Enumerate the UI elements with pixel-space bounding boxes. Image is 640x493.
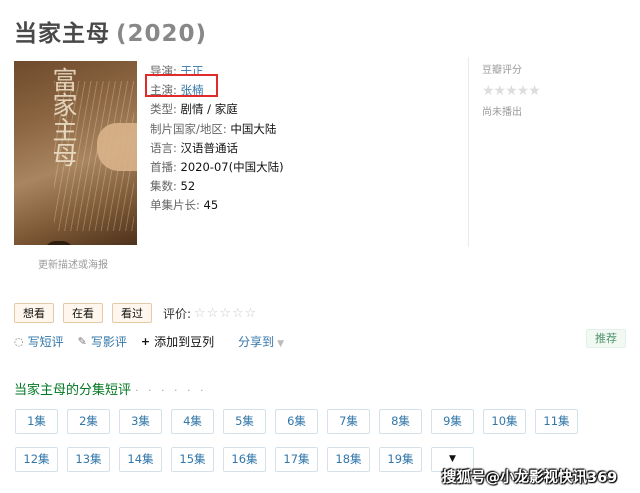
episode-button[interactable]: 5集 (223, 409, 266, 434)
heading-dots: · · · · · · (135, 384, 207, 397)
rating-stars-icon: ★★★★★ (482, 83, 541, 99)
episode-button[interactable]: 19集 (379, 447, 422, 472)
update-poster-link[interactable]: 更新描述或海报 (38, 256, 108, 271)
watermark-text: 搜狐号@小龙影视快讯369 (442, 470, 618, 486)
episode-button[interactable]: 4集 (171, 409, 214, 434)
action-row: 想看 在看 看过 评价: ☆☆☆☆☆ (14, 303, 257, 323)
title-text: 当家主母 (14, 21, 110, 47)
recommend-button[interactable]: 推荐 (586, 329, 626, 348)
info-row-episodes: 集数: 52 (150, 177, 284, 196)
info-key: 首播: (150, 159, 181, 174)
episode-button[interactable]: 12集 (15, 447, 58, 472)
watching-button[interactable]: 在看 (63, 303, 103, 323)
links-row: ◌ 写短评 ✎ 写影评 + 添加到豆列 分享到 ▼ (14, 333, 284, 350)
episode-button[interactable]: 11集 (535, 409, 578, 434)
episode-button[interactable]: 6集 (275, 409, 318, 434)
episode-button[interactable]: 10集 (483, 409, 526, 434)
episode-heading-text: 当家主母的分集短评 (14, 383, 132, 398)
caret-down-icon: ▼ (277, 339, 285, 349)
add-doulist-label: 添加到豆列 (154, 335, 215, 349)
poster-figure-silhouette (44, 241, 74, 245)
episode-button[interactable]: 9集 (431, 409, 474, 434)
info-key: 单集片长: (150, 198, 204, 213)
info-row-genre: 类型: 剧情 / 家庭 (150, 100, 284, 119)
cast-highlight-box (145, 74, 218, 97)
want-to-watch-button[interactable]: 想看 (14, 303, 54, 323)
pencil-icon: ✎ (77, 335, 87, 348)
title-year: (2020) (116, 21, 208, 47)
poster-title-glyphs: 富家主母 (49, 67, 78, 167)
comment-icon: ◌ (14, 335, 24, 348)
episode-button[interactable]: 18集 (327, 447, 370, 472)
page-title: 当家主母 (2020) (14, 14, 207, 48)
info-value: 2020-07(中国大陆) (180, 159, 284, 174)
info-row-premiere: 首播: 2020-07(中国大陆) (150, 158, 284, 177)
plus-icon: + (140, 335, 151, 348)
poster-image[interactable]: 富家主母 (14, 61, 137, 245)
short-review-label: 写短评 (27, 335, 64, 349)
episode-button[interactable]: 2集 (67, 409, 110, 434)
watched-button[interactable]: 看过 (112, 303, 152, 323)
info-value: 52 (180, 179, 196, 194)
episode-button[interactable]: 15集 (171, 447, 214, 472)
episode-reviews-heading: 当家主母的分集短评 · · · · · · (14, 379, 206, 398)
episode-button[interactable]: 16集 (223, 447, 266, 472)
review-link[interactable]: ✎ 写影评 (78, 333, 127, 350)
episode-button[interactable]: 17集 (275, 447, 318, 472)
info-value: 45 (203, 198, 219, 213)
share-dropdown[interactable]: 分享到 ▼ (238, 333, 284, 350)
info-value: 汉语普通话 (180, 140, 239, 155)
info-row-country: 制片国家/地区: 中国大陆 (150, 120, 284, 139)
episode-button[interactable]: 1集 (15, 409, 58, 434)
info-row-language: 语言: 汉语普通话 (150, 139, 284, 158)
add-to-doulist-link[interactable]: + 添加到豆列 (141, 333, 214, 350)
episode-button[interactable]: 7集 (327, 409, 370, 434)
info-key: 语言: (150, 140, 181, 155)
rate-stars-input[interactable]: ☆☆☆☆☆ (194, 306, 257, 321)
poster-hand-shape (97, 123, 137, 171)
info-key: 类型: (150, 102, 181, 117)
episode-button[interactable]: 13集 (67, 447, 110, 472)
rating-label: 豆瓣评分 (482, 65, 522, 76)
rate-label: 评价: (163, 306, 192, 321)
episode-button[interactable]: 3集 (119, 409, 162, 434)
episode-button[interactable]: 8集 (379, 409, 422, 434)
info-value: 中国大陆 (230, 121, 277, 136)
info-row-runtime: 单集片长: 45 (150, 196, 284, 215)
rating-panel: 豆瓣评分 ★★★★★ 尚未播出 (468, 57, 628, 247)
share-label: 分享到 (238, 335, 275, 349)
info-value: 剧情 / 家庭 (180, 102, 238, 117)
info-key: 制片国家/地区: (150, 121, 231, 136)
review-label: 写影评 (90, 335, 127, 349)
rating-status: 尚未播出 (482, 107, 522, 118)
short-review-link[interactable]: ◌ 写短评 (14, 333, 64, 350)
info-key: 集数: (150, 179, 181, 194)
episode-button[interactable]: 14集 (119, 447, 162, 472)
